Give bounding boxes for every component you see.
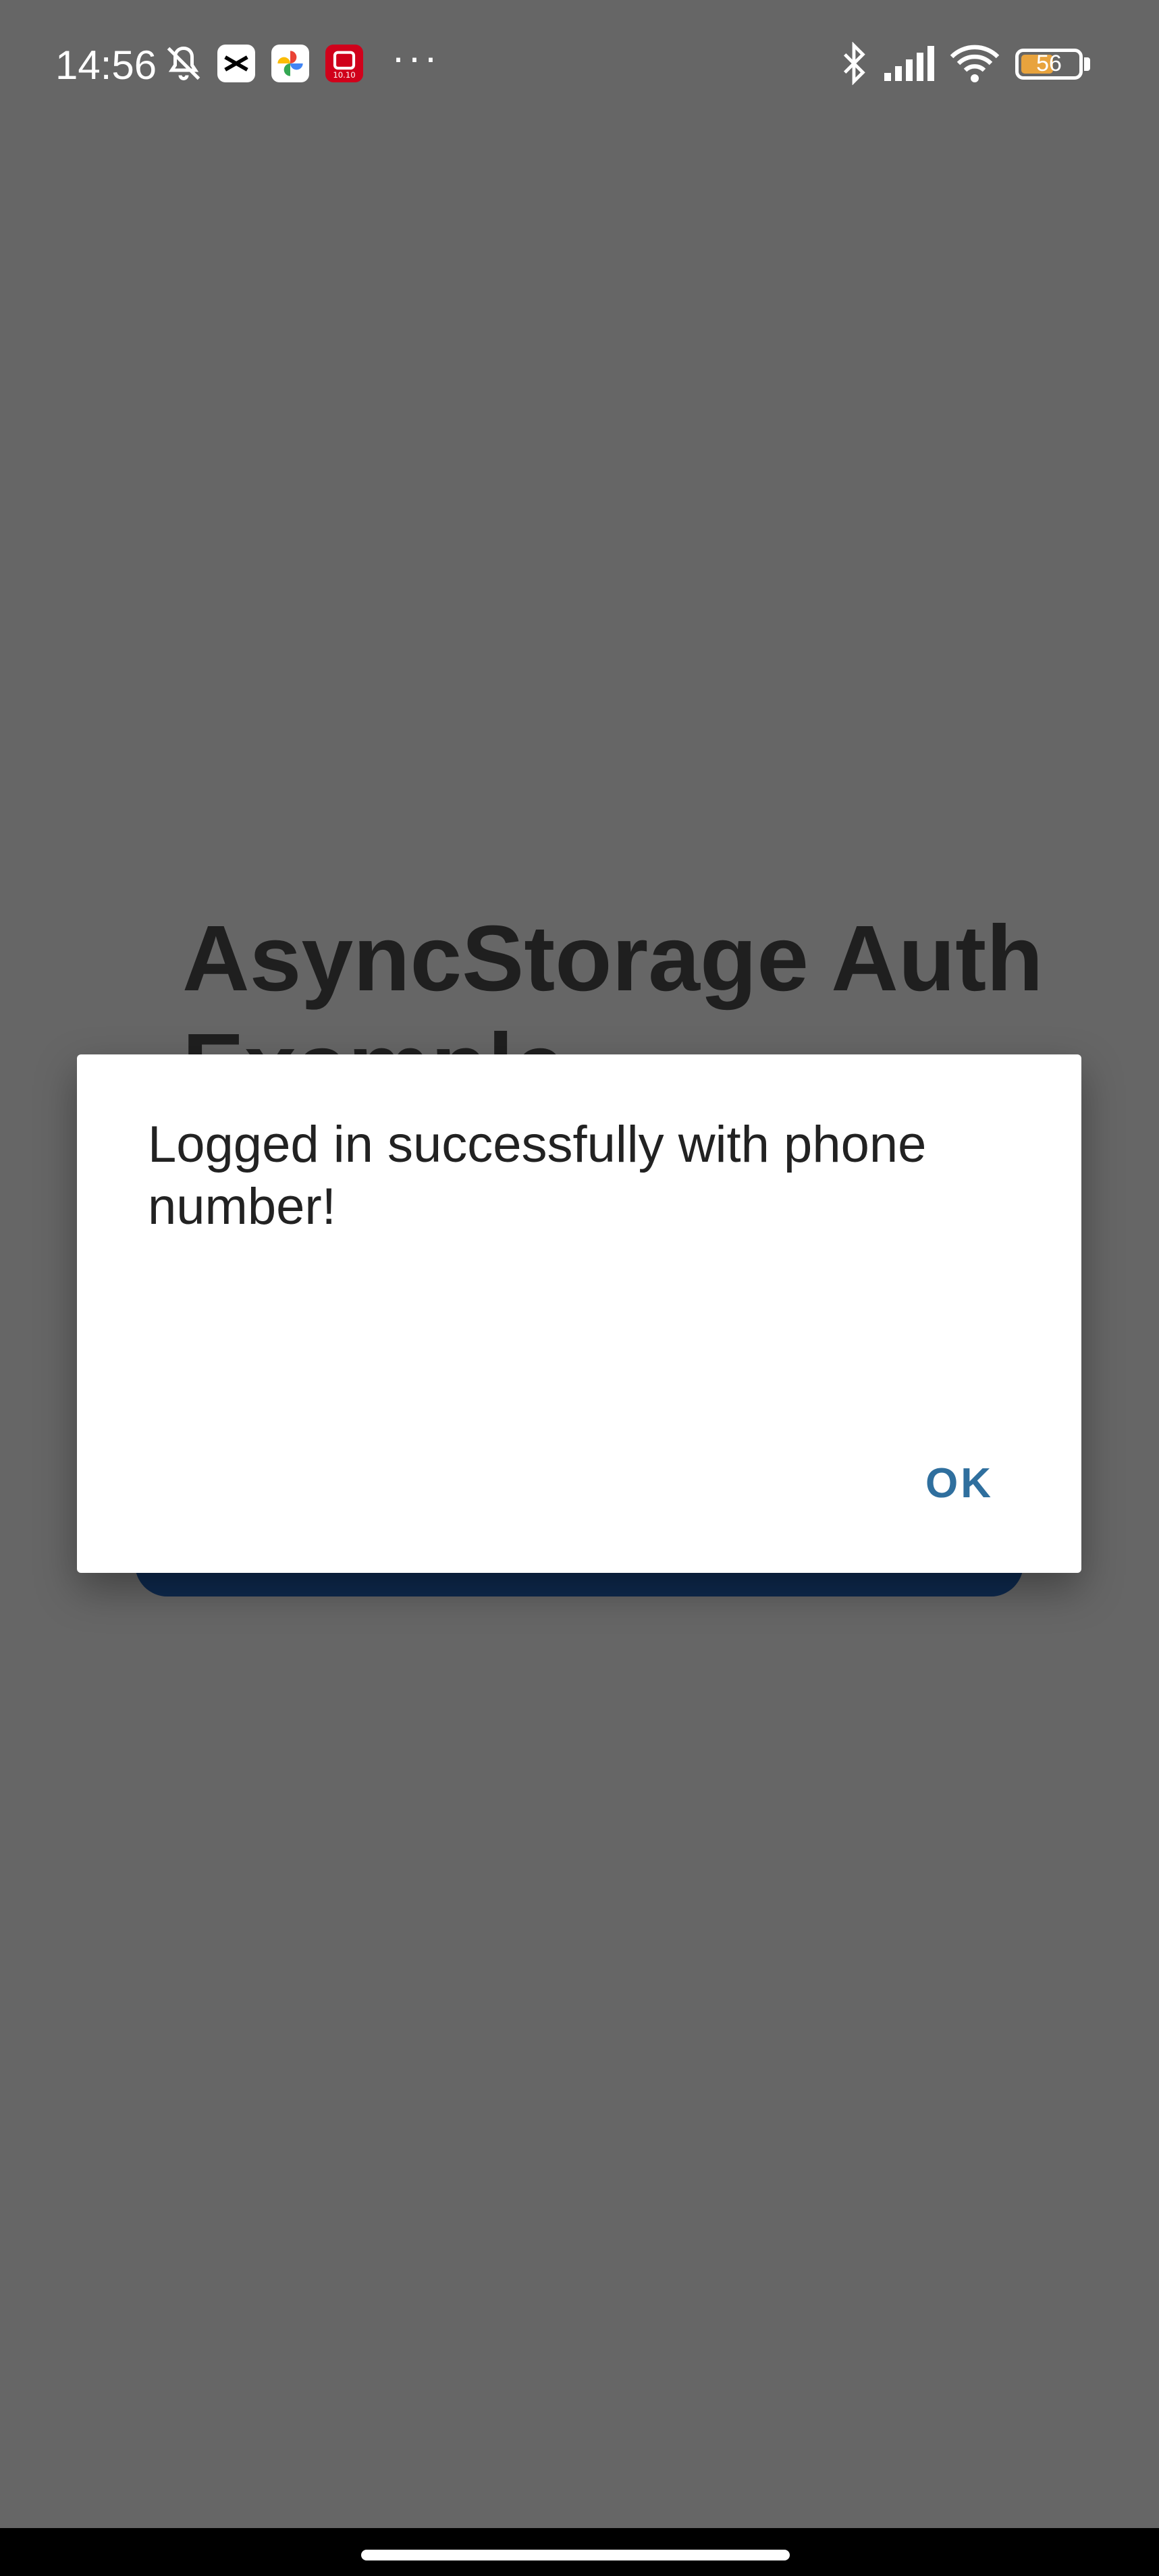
alert-dialog: Logged in successfully with phone number… bbox=[77, 1054, 1081, 1573]
bluetooth-icon bbox=[837, 41, 871, 88]
more-dots-icon: ··· bbox=[392, 34, 440, 80]
battery-level: 56 bbox=[1036, 51, 1062, 76]
navigation-bar bbox=[0, 2528, 1159, 2576]
dialog-message: Logged in successfully with phone number… bbox=[148, 1116, 927, 1235]
signal-icon bbox=[883, 46, 937, 84]
shopee-icon: 10.10 bbox=[325, 45, 363, 82]
wifi-icon bbox=[949, 43, 1000, 87]
battery-icon: 56 bbox=[1015, 49, 1083, 80]
bell-off-icon bbox=[163, 43, 204, 87]
svg-text:10.10: 10.10 bbox=[333, 70, 355, 80]
ok-button[interactable]: OK bbox=[925, 1459, 994, 1507]
capcut-icon bbox=[217, 45, 255, 82]
status-time: 14:56 bbox=[55, 43, 157, 88]
home-gesture-handle[interactable] bbox=[361, 2550, 790, 2560]
battery-tip bbox=[1084, 57, 1090, 71]
status-bar: 14:56 10.10 ··· 56 bbox=[0, 0, 1159, 128]
photos-icon bbox=[271, 45, 309, 82]
